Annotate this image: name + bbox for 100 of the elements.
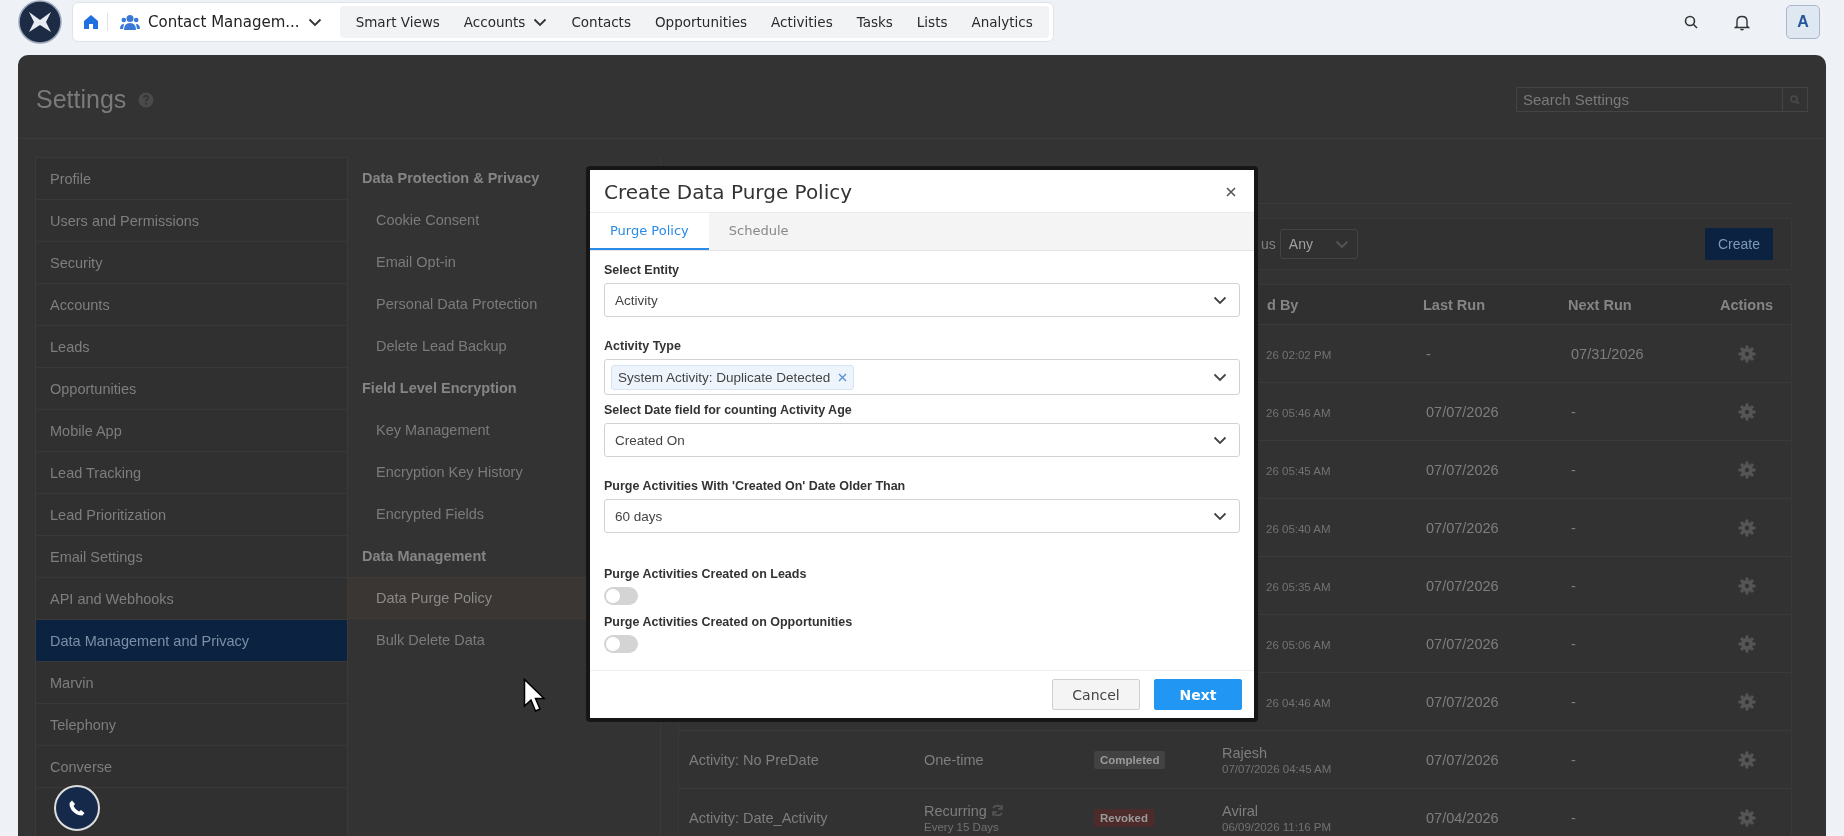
close-icon: [1226, 187, 1236, 197]
pointer-cursor-icon: [523, 678, 547, 714]
dialog-title: Create Data Purge Policy: [604, 180, 853, 204]
sidebar-item[interactable]: Telephony: [36, 704, 347, 746]
created-date: 26 05:46 AM: [1266, 406, 1332, 419]
gear-icon[interactable]: [1737, 808, 1756, 827]
sidebar-item[interactable]: Data Management and Privacy: [36, 620, 347, 662]
nav-item[interactable]: Lists: [904, 14, 960, 30]
table-cell-text: -: [1570, 461, 1577, 478]
section-heading: Data Management: [362, 548, 487, 564]
table-cell-text: 07/07/2026: [1425, 693, 1500, 710]
nav-item[interactable]: Opportunities: [642, 14, 760, 30]
home-icon[interactable]: [83, 14, 99, 30]
field-label: Activity Type: [604, 339, 682, 353]
table-cell-text: 07/07/2026: [1425, 461, 1500, 478]
table-cell-text: 07/07/2026: [1425, 519, 1500, 536]
nav-item[interactable]: Activities: [759, 14, 845, 30]
toggle-switch[interactable]: [604, 587, 638, 605]
sidebar-item[interactable]: Marvin: [36, 662, 347, 704]
table-cell-text: 07/07/2026: [1425, 403, 1500, 420]
sidebar-item[interactable]: Mobile App: [36, 410, 347, 452]
chevron-down-icon: [1213, 372, 1227, 382]
table-cell-text: 07/31/2026: [1570, 345, 1645, 362]
table-cell-text: Activity: Date_Activity: [688, 809, 829, 826]
multi-select-field[interactable]: System Activity: Duplicate Detected: [604, 359, 1240, 395]
table-cell-text: -: [1570, 751, 1577, 768]
created-date: 26 05:35 AM: [1266, 580, 1332, 593]
table-cell-text: -: [1570, 577, 1577, 594]
table-cell-text: -: [1425, 345, 1432, 362]
remove-icon[interactable]: [838, 372, 848, 382]
table-cell-text: 07/07/2026: [1425, 577, 1500, 594]
nav-item[interactable]: Contacts: [559, 14, 643, 30]
schedule-detail: Every 15 Days: [924, 820, 1000, 833]
page-title: Settings: [36, 85, 127, 114]
created-date: 26 05:45 AM: [1266, 464, 1332, 477]
create-button[interactable]: Create: [1705, 228, 1773, 260]
tab[interactable]: Purge Policy: [590, 213, 709, 250]
table-cell-text: -: [1570, 635, 1577, 652]
nav-item[interactable]: Tasks: [844, 14, 905, 30]
nav-item[interactable]: Analytics: [959, 14, 1045, 30]
next-button[interactable]: Next: [1154, 679, 1242, 710]
gear-icon[interactable]: [1737, 692, 1756, 711]
table-cell: One-time: [924, 751, 984, 768]
toggle-switch[interactable]: [604, 635, 638, 653]
help-icon[interactable]: [138, 91, 155, 108]
created-date: 07/07/2026 04:45 AM: [1222, 762, 1333, 775]
gear-icon[interactable]: [1737, 460, 1756, 479]
select-field[interactable]: Created On: [604, 423, 1240, 457]
sidebar-item[interactable]: Leads: [36, 326, 347, 368]
nav-item[interactable]: Accounts: [451, 14, 560, 30]
app-switcher[interactable]: Contact Managem...: [116, 13, 332, 31]
status-tag: Revoked: [1094, 808, 1154, 827]
search-icon[interactable]: [1684, 15, 1698, 29]
sidebar-item[interactable]: Opportunities: [36, 368, 347, 410]
field-label: Select Date field for counting Activity Age: [604, 403, 853, 417]
gear-icon[interactable]: [1737, 750, 1756, 769]
table-cell-text: -: [1570, 519, 1577, 536]
section-heading: Data Protection & Privacy: [362, 170, 540, 186]
gear-icon[interactable]: [1737, 344, 1756, 363]
tab[interactable]: Schedule: [708, 213, 809, 250]
created-date: 26 02:02 PM: [1266, 348, 1333, 361]
search-field[interactable]: Search Settings: [1516, 87, 1782, 112]
sidebar-item[interactable]: Security: [36, 242, 347, 284]
logo-icon[interactable]: [18, 0, 62, 44]
created-date: 26 05:06 AM: [1266, 638, 1332, 651]
user-avatar[interactable]: A: [1786, 5, 1820, 39]
sidebar-item[interactable]: Accounts: [36, 284, 347, 326]
table-cell-text: Activity: No PreDate: [688, 751, 820, 768]
select-field[interactable]: Activity: [604, 283, 1240, 317]
column-header: Last Run: [1422, 296, 1487, 313]
status-tag: Completed: [1094, 750, 1166, 769]
sidebar-item[interactable]: Email Settings: [36, 536, 347, 578]
chevron-down-icon: [1213, 295, 1227, 305]
table-cell-text: 07/07/2026: [1425, 751, 1500, 768]
gear-icon[interactable]: [1737, 402, 1756, 421]
nav-item[interactable]: Smart Views: [343, 14, 452, 30]
select-field[interactable]: 60 days: [604, 499, 1240, 533]
section-heading: Field Level Encryption: [362, 380, 517, 396]
gear-icon[interactable]: [1737, 576, 1756, 595]
field-label: Select Entity: [604, 263, 681, 277]
table-cell-text: Rajesh: [1222, 744, 1269, 761]
created-date: 26 04:46 AM: [1266, 696, 1332, 709]
bell-icon[interactable]: [1734, 13, 1750, 31]
field-label: Purge Activities With 'Created On' Date Older Than: [604, 479, 907, 493]
chevron-down-icon: [1213, 435, 1227, 445]
caret-icon: [307, 17, 322, 27]
gear-icon[interactable]: [1737, 518, 1756, 537]
created-date: 26 05:40 AM: [1266, 522, 1332, 535]
gear-icon[interactable]: [1737, 634, 1756, 653]
cancel-button[interactable]: Cancel: [1052, 679, 1140, 710]
table-cell: Recurring: [924, 802, 987, 819]
chevron-down-icon: [1213, 511, 1227, 521]
status-select[interactable]: Any: [1279, 229, 1358, 259]
selected-tag: System Activity: Duplicate Detected: [611, 364, 855, 390]
table-cell-text: -: [1570, 809, 1577, 826]
sidebar-item[interactable]: Lead Prioritization: [36, 494, 347, 536]
sidebar-item[interactable]: Users and Permissions: [36, 200, 347, 242]
column-header: d By: [1267, 296, 1299, 313]
sidebar-item[interactable]: Profile: [36, 158, 347, 200]
sidebar-item[interactable]: Lead Tracking: [36, 452, 347, 494]
